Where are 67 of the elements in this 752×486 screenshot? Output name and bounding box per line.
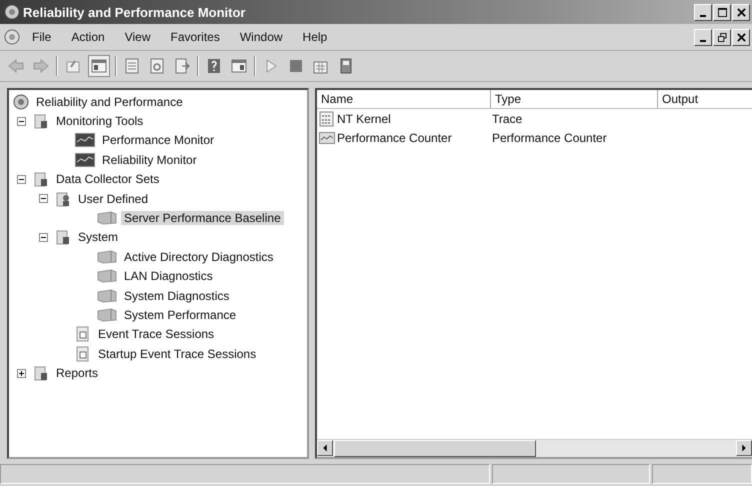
folder-icon xyxy=(33,171,49,188)
scroll-thumb[interactable] xyxy=(334,440,536,457)
collapse-icon[interactable] xyxy=(16,174,26,184)
table-cell-text: Trace xyxy=(491,112,524,126)
tree-item[interactable]: Reliability Monitor xyxy=(99,152,200,167)
tree-item[interactable]: Server Performance Baseline xyxy=(121,211,284,226)
menu-item[interactable]: File xyxy=(24,30,60,44)
tree-item[interactable]: Startup Event Trace Sessions xyxy=(95,346,260,361)
folder-icon xyxy=(55,229,71,246)
gear-icon xyxy=(4,4,20,20)
column-header[interactable]: Output xyxy=(658,90,752,108)
menu-item[interactable]: Action xyxy=(63,30,113,44)
table-cell-text: Performance Counter xyxy=(491,130,608,144)
tree-item[interactable]: Data Collector Sets xyxy=(53,172,162,186)
tree-item[interactable]: Performance Monitor xyxy=(99,133,218,148)
tree-item[interactable]: System Diagnostics xyxy=(121,288,232,303)
tree-item[interactable]: Reports xyxy=(53,366,102,380)
table-cell: Performance Counter xyxy=(337,130,452,144)
minimize-button[interactable] xyxy=(694,28,712,46)
menu-item[interactable]: Help xyxy=(294,30,336,44)
collapse-icon[interactable] xyxy=(38,194,48,204)
close-icon xyxy=(736,8,746,16)
tree-item[interactable]: System Performance xyxy=(121,308,240,322)
close-button[interactable] xyxy=(732,4,750,20)
chart-icon xyxy=(319,130,335,146)
window-title: Reliability and Performance Monitor xyxy=(23,4,246,20)
maximize-button[interactable] xyxy=(713,4,731,20)
tree-item[interactable]: LAN Diagnostics xyxy=(121,269,216,284)
restore-icon xyxy=(718,32,726,42)
minimize-button[interactable] xyxy=(694,4,712,20)
tree-item[interactable]: Monitoring Tools xyxy=(53,114,146,128)
chart-icon xyxy=(75,152,95,167)
minimize-icon xyxy=(700,40,706,42)
menu-item[interactable]: View xyxy=(116,30,158,44)
cube-icon xyxy=(97,211,117,226)
tree-item[interactable]: Active Directory Diagnostics xyxy=(121,250,276,264)
gear-icon xyxy=(4,29,20,45)
expand-icon[interactable] xyxy=(16,368,26,378)
chart-icon xyxy=(75,133,95,148)
cube-icon xyxy=(97,250,117,264)
scroll-right-icon[interactable] xyxy=(736,440,752,456)
menu-item[interactable]: Window xyxy=(232,30,291,44)
gear-icon xyxy=(13,94,29,110)
folder-icon xyxy=(33,365,49,382)
maximize-icon xyxy=(718,8,726,16)
scroll-left-icon[interactable] xyxy=(317,440,333,456)
cube-icon xyxy=(97,288,117,303)
collapse-icon[interactable] xyxy=(16,116,26,126)
pane-toggle-icon[interactable] xyxy=(88,55,110,77)
tree-item[interactable]: Reliability and Performance xyxy=(33,94,186,109)
collapse-icon[interactable] xyxy=(38,232,48,242)
minimize-icon xyxy=(700,14,706,16)
close-icon xyxy=(736,32,746,42)
cube-icon xyxy=(97,308,117,322)
close-button[interactable] xyxy=(732,28,750,46)
tree-item[interactable]: System xyxy=(75,230,122,244)
column-header[interactable]: Name xyxy=(317,90,491,108)
horizontal-scrollbar[interactable] xyxy=(317,439,752,457)
restore-button[interactable] xyxy=(713,28,731,46)
table-cell: NT Kernel xyxy=(337,112,391,126)
user-folder-icon xyxy=(55,190,71,207)
cube-icon xyxy=(97,269,117,284)
column-header[interactable]: Type xyxy=(491,90,658,108)
tree-item[interactable]: User Defined xyxy=(75,192,152,206)
folder-icon xyxy=(33,113,49,130)
menu-item[interactable]: Favorites xyxy=(162,30,228,44)
tree-item[interactable]: Event Trace Sessions xyxy=(95,327,218,342)
